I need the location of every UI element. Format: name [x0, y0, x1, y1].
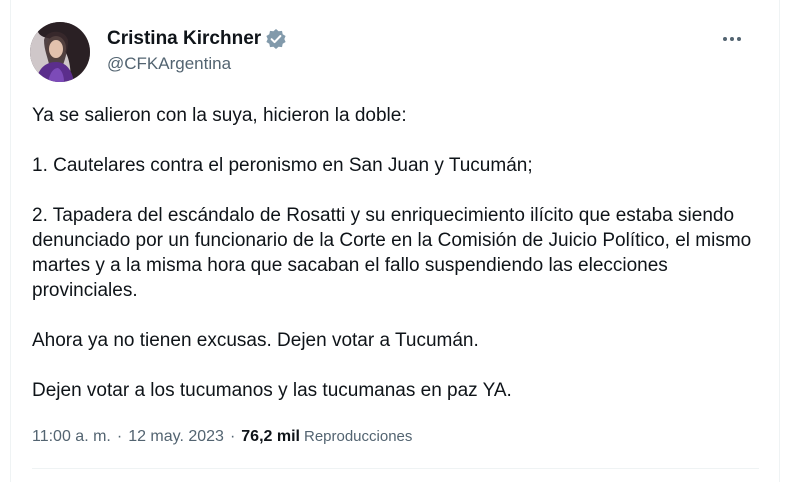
- meta-separator: ·: [229, 428, 236, 445]
- avatar[interactable]: [30, 22, 90, 82]
- profile-photo-icon: [30, 22, 90, 82]
- author-handle[interactable]: @CFKArgentina: [107, 54, 231, 74]
- divider: [32, 468, 759, 469]
- tweet-metadata: 11:00 a. m. · 12 may. 2023 · 76,2 mil Re…: [32, 428, 412, 446]
- tweet-paragraph: Ahora ya no tienen excusas. Dejen votar …: [32, 330, 479, 351]
- author-name[interactable]: Cristina Kirchner: [107, 28, 261, 50]
- tweet-text: Ya se salieron con la suya, hicieron la …: [32, 103, 767, 428]
- tweet-paragraph: 2. Tapadera del escándalo de Rosatti y s…: [32, 205, 752, 301]
- more-options-icon[interactable]: [719, 28, 745, 50]
- tweet-paragraph: Ya se salieron con la suya, hicieron la …: [32, 105, 407, 126]
- verified-badge-icon: [265, 28, 287, 50]
- meta-separator: ·: [116, 428, 123, 445]
- tweet-paragraph: 1. Cautelares contra el peronismo en San…: [32, 155, 533, 176]
- views-label: Reproducciones: [303, 428, 413, 445]
- views-count: 76,2 mil: [241, 428, 300, 445]
- tweet-date[interactable]: 12 may. 2023: [128, 428, 224, 446]
- tweet-time[interactable]: 11:00 a. m.: [32, 428, 111, 446]
- tweet-card: Cristina Kirchner @CFKArgentina Ya se sa…: [10, 0, 780, 482]
- tweet-paragraph: Dejen votar a los tucumanos y las tucuma…: [32, 380, 512, 401]
